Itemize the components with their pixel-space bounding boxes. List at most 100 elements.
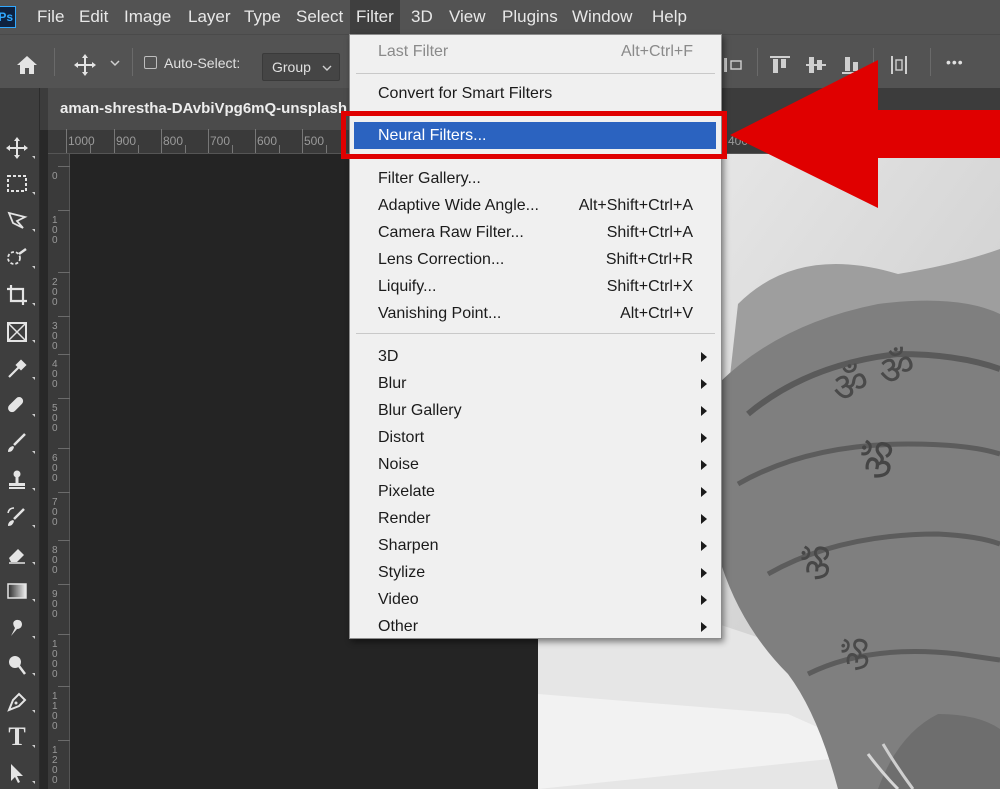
menu-item-label: Adaptive Wide Angle... [378, 197, 539, 214]
type-tool-icon[interactable]: T [2, 722, 35, 752]
submenu-arrow-icon [701, 406, 707, 416]
menu-item-label: Other [378, 618, 419, 635]
menu-item-label: Lens Correction... [378, 251, 505, 268]
menu-item-label: Noise [378, 456, 419, 473]
auto-select-mode-dropdown[interactable]: Group [262, 53, 340, 81]
submenu-arrow-icon [701, 433, 707, 443]
menu-edit[interactable]: Edit [73, 0, 114, 34]
menu-item-label: Vanishing Point... [378, 305, 502, 322]
menu-item-shortcut: Alt+Ctrl+V [620, 305, 693, 322]
ruler-label: 7 0 0 [52, 497, 58, 528]
submenu-sharpen[interactable]: Sharpen [351, 532, 720, 559]
ruler-label: 4 0 0 [52, 359, 58, 390]
eyedropper-tool-icon[interactable] [2, 354, 35, 384]
menu-item-shortcut: Shift+Ctrl+R [605, 251, 693, 268]
submenu-arrow-icon [701, 379, 707, 389]
brush-tool-icon[interactable] [2, 428, 35, 458]
menu-item-lens-correction[interactable]: Lens Correction... Shift+Ctrl+R [351, 246, 720, 273]
menu-item-camera-raw-filter[interactable]: Camera Raw Filter... Shift+Ctrl+A [351, 219, 720, 246]
pen-tool-icon[interactable] [2, 687, 35, 717]
submenu-render[interactable]: Render [351, 505, 720, 532]
submenu-arrow-icon [701, 541, 707, 551]
menu-image[interactable]: Image [118, 0, 177, 34]
menu-item-label: Blur Gallery [378, 402, 462, 419]
menu-item-label: Pixelate [378, 483, 435, 500]
menu-view[interactable]: View [443, 0, 492, 34]
menu-item-label: Convert for Smart Filters [378, 85, 553, 102]
submenu-distort[interactable]: Distort [351, 424, 720, 451]
ruler-label: 700 [210, 134, 231, 148]
menu-window[interactable]: Window [566, 0, 638, 34]
menu-layer[interactable]: Layer [182, 0, 237, 34]
submenu-arrow-icon [701, 595, 707, 605]
spot-healing-tool-icon[interactable] [2, 391, 35, 421]
path-selection-tool-icon[interactable] [2, 758, 35, 788]
menu-item-shortcut: Shift+Ctrl+X [606, 278, 693, 295]
submenu-stylize[interactable]: Stylize [351, 559, 720, 586]
frame-tool-icon[interactable] [2, 317, 35, 347]
menu-item-liquify[interactable]: Liquify... Shift+Ctrl+X [351, 273, 720, 300]
submenu-video[interactable]: Video [351, 586, 720, 613]
menu-filter[interactable]: Filter [350, 0, 400, 34]
menu-select[interactable]: Select [290, 0, 349, 34]
dodge-tool-icon[interactable] [2, 650, 35, 680]
chevron-down-icon[interactable] [108, 56, 122, 70]
menu-item-adaptive-wide-angle[interactable]: Adaptive Wide Angle... Alt+Shift+Ctrl+A [351, 192, 720, 219]
submenu-arrow-icon [701, 568, 707, 578]
menu-plugins[interactable]: Plugins [496, 0, 564, 34]
menu-file[interactable]: File [31, 0, 70, 34]
menu-item-vanishing-point[interactable]: Vanishing Point... Alt+Ctrl+V [351, 300, 720, 327]
auto-select-label: Auto-Select: [164, 55, 241, 71]
menu-item-filter-gallery[interactable]: Filter Gallery... [351, 165, 720, 192]
ruler-label: 600 [257, 134, 278, 148]
submenu-3d[interactable]: 3D [351, 343, 720, 370]
submenu-blur-gallery[interactable]: Blur Gallery [351, 397, 720, 424]
menu-item-label: Sharpen [378, 537, 439, 554]
ruler-label: 1 0 0 [52, 215, 58, 246]
ruler-label: 1 2 0 0 [52, 745, 58, 786]
menu-type[interactable]: Type [238, 0, 287, 34]
crop-tool-icon[interactable] [2, 280, 35, 310]
marquee-tool-icon[interactable] [2, 169, 35, 199]
submenu-other[interactable]: Other [351, 613, 720, 640]
ruler-label: 800 [163, 134, 184, 148]
submenu-blur[interactable]: Blur [351, 370, 720, 397]
lasso-tool-icon[interactable] [2, 206, 35, 236]
menu-item-label: Stylize [378, 564, 426, 581]
menu-item-convert-smart-filters[interactable]: Convert for Smart Filters [351, 80, 720, 107]
menu-3d[interactable]: 3D [405, 0, 439, 34]
submenu-arrow-icon [701, 352, 707, 362]
menu-item-label: Camera Raw Filter... [378, 224, 524, 241]
document-tab[interactable]: aman-shrestha-DAvbiVpg6mQ-unsplash [48, 88, 368, 130]
chevron-down-icon [322, 65, 332, 71]
quick-selection-tool-icon[interactable] [2, 243, 35, 273]
ruler-label: 500 [304, 134, 325, 148]
move-tool-icon[interactable] [72, 52, 98, 78]
auto-select-checkbox[interactable] [144, 56, 157, 69]
ruler-label: 1 1 0 0 [52, 691, 58, 732]
ruler-label: 1 0 0 0 [52, 639, 58, 680]
divider [54, 48, 55, 76]
photoshop-logo: Ps [0, 6, 16, 28]
menu-divider [356, 73, 715, 74]
menu-item-label: Last Filter [378, 43, 449, 60]
gradient-tool-icon[interactable] [2, 576, 35, 606]
submenu-arrow-icon [701, 460, 707, 470]
submenu-pixelate[interactable]: Pixelate [351, 478, 720, 505]
ruler-label: 900 [116, 134, 137, 148]
history-brush-tool-icon[interactable] [2, 502, 35, 532]
ruler-label: 0 [52, 171, 58, 182]
menu-help[interactable]: Help [646, 0, 693, 34]
home-icon[interactable] [14, 52, 40, 78]
clone-stamp-tool-icon[interactable] [2, 465, 35, 495]
move-tool-icon[interactable] [2, 133, 35, 163]
smudge-tool-icon[interactable] [2, 613, 35, 643]
menu-item-label: Video [378, 591, 419, 608]
menu-item-shortcut: Alt+Ctrl+F [620, 43, 693, 60]
ruler-label: 3 0 0 [52, 321, 58, 352]
ruler-label: 5 0 0 [52, 403, 58, 434]
submenu-noise[interactable]: Noise [351, 451, 720, 478]
eraser-tool-icon[interactable] [2, 539, 35, 569]
menu-item-label: Blur [378, 375, 407, 392]
menu-item-shortcut: Shift+Ctrl+A [606, 224, 693, 241]
